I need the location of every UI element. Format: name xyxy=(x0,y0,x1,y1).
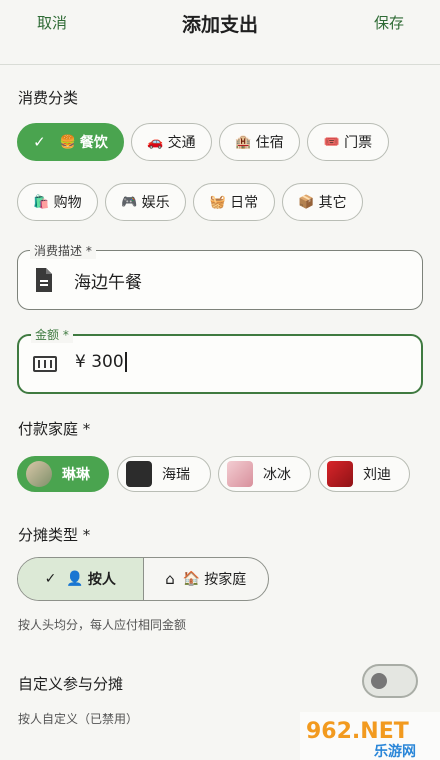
split-option-per-person[interactable]: ✓ 👤 按人 xyxy=(18,558,144,600)
avatar xyxy=(26,461,52,487)
payer-name: 琳琳 xyxy=(62,467,90,483)
split-option-per-family[interactable]: ⌂ 🏠 按家庭 xyxy=(144,558,269,600)
document-icon xyxy=(36,268,52,292)
split-hint: 按人头均分，每人应付相同金额 xyxy=(18,618,187,632)
chip-label: 门票 xyxy=(344,135,373,151)
split-type-segmented: ✓ 👤 按人 ⌂ 🏠 按家庭 xyxy=(17,557,269,601)
payer-chip-liudi[interactable]: 刘迪 xyxy=(318,456,410,492)
text-caret xyxy=(124,352,127,372)
house-icon: 🏠 xyxy=(182,571,201,587)
save-button[interactable]: 保存 xyxy=(374,12,404,33)
amount-field[interactable]: 金额 * ¥ 300 xyxy=(17,326,423,394)
hotel-icon: 🏨 xyxy=(235,134,252,150)
chip-label: 住宿 xyxy=(255,135,284,151)
category-chip-lodging[interactable]: 🏨 住宿 xyxy=(219,123,300,161)
avatar xyxy=(126,461,152,487)
avatar xyxy=(327,461,353,487)
category-label: 消费分类 xyxy=(18,89,79,107)
category-chip-daily[interactable]: 🧺 日常 xyxy=(193,183,275,221)
person-icon: 👤 xyxy=(66,571,84,587)
toggle-knob xyxy=(371,673,387,689)
amount-value: ¥ 300 xyxy=(75,352,124,372)
chip-label: 日常 xyxy=(230,195,259,211)
custom-split-label: 自定义参与分摊 xyxy=(18,675,124,693)
category-chip-tickets[interactable]: 🎟️ 门票 xyxy=(307,123,389,161)
payer-chip-linlin[interactable]: 琳琳 xyxy=(17,456,109,492)
shopping-bag-icon: 🛍️ xyxy=(33,194,50,210)
amount-legend: 金额 * xyxy=(31,326,73,343)
payer-chip-hairui[interactable]: 海瑞 xyxy=(117,456,211,492)
payer-label: 付款家庭 * xyxy=(18,420,91,438)
category-chip-shopping[interactable]: 🛍️ 购物 xyxy=(17,183,98,221)
avatar xyxy=(227,461,253,487)
custom-split-toggle[interactable] xyxy=(362,664,418,698)
amount-input[interactable]: ¥ 300 xyxy=(75,352,127,372)
ticket-icon: 🎟️ xyxy=(323,134,341,150)
payer-name: 海瑞 xyxy=(162,467,190,483)
category-chip-other[interactable]: 📦 其它 xyxy=(282,183,363,221)
chip-label: 餐饮 xyxy=(79,135,108,151)
description-field[interactable]: 消费描述 * 海边午餐 xyxy=(17,242,423,310)
watermark-sub: 乐游网 xyxy=(374,743,416,760)
basket-icon: 🧺 xyxy=(209,194,227,210)
category-chip-transport[interactable]: 🚗 交通 xyxy=(131,123,212,161)
split-option-label: 按家庭 xyxy=(204,572,247,588)
car-icon: 🚗 xyxy=(147,134,164,150)
payer-name: 刘迪 xyxy=(363,467,391,483)
home-icon: ⌂ xyxy=(165,570,175,588)
site-watermark-logo: 962.NET 乐游网 xyxy=(300,712,440,760)
chip-label: 娱乐 xyxy=(141,195,170,211)
check-icon: ✓ xyxy=(44,571,57,587)
split-option-label: 按人 xyxy=(87,572,116,588)
watermark-brand: 962.NET xyxy=(306,719,409,744)
custom-split-hint: 按人自定义（已禁用） xyxy=(18,712,139,726)
payer-chip-bingbing[interactable]: 冰冰 xyxy=(218,456,311,492)
description-legend: 消费描述 * xyxy=(30,242,96,259)
chip-label: 交通 xyxy=(167,135,196,151)
money-icon xyxy=(33,356,57,372)
burger-icon: 🍔 xyxy=(59,134,76,150)
chip-label: 其它 xyxy=(318,195,347,211)
chip-label: 购物 xyxy=(53,195,82,211)
package-icon: 📦 xyxy=(298,194,315,210)
category-chip-dining[interactable]: ✓ 🍔 餐饮 xyxy=(17,123,124,161)
category-chip-entertainment[interactable]: 🎮 娱乐 xyxy=(105,183,186,221)
divider xyxy=(0,64,440,65)
check-icon: ✓ xyxy=(33,133,46,151)
gamepad-icon: 🎮 xyxy=(121,194,138,210)
description-input[interactable]: 海边午餐 xyxy=(74,268,142,293)
top-bar: 取消 添加支出 保存 xyxy=(0,0,440,62)
split-label: 分摊类型 * xyxy=(18,526,91,544)
payer-name: 冰冰 xyxy=(263,467,291,483)
